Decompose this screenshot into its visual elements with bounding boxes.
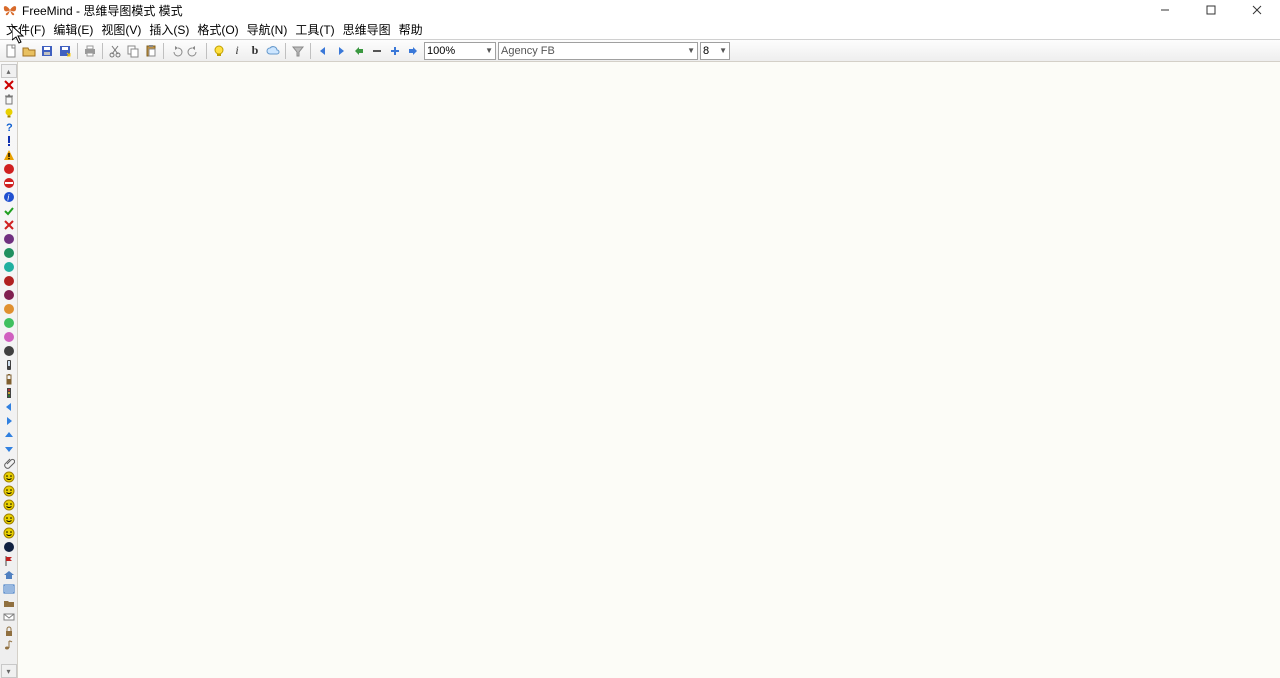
folder-icon[interactable]	[2, 596, 16, 610]
open-file-icon[interactable]	[20, 42, 38, 60]
menu-tools[interactable]: 工具(T)	[291, 20, 338, 40]
close-button[interactable]	[1234, 0, 1280, 20]
attach-icon[interactable]	[2, 456, 16, 470]
font-value: Agency FB	[501, 45, 555, 57]
menu-nav[interactable]: 导航(N)	[243, 20, 292, 40]
battery-icon[interactable]	[2, 372, 16, 386]
priority-6-icon[interactable]	[2, 302, 16, 316]
menu-edit[interactable]: 编辑(E)	[49, 20, 97, 40]
menu-view[interactable]: 视图(V)	[97, 20, 145, 40]
menubar: 文件(F) 编辑(E) 视图(V) 插入(S) 格式(O) 导航(N) 工具(T…	[0, 20, 1280, 40]
nav-fwd-icon[interactable]	[332, 42, 350, 60]
chevron-down-icon: ▼	[485, 46, 493, 55]
idea-icon[interactable]	[2, 106, 16, 120]
chevron-down-icon: ▼	[687, 46, 695, 55]
mail-icon[interactable]	[2, 610, 16, 624]
icon-sidebar: ▴ ? i ▾	[0, 62, 18, 678]
smiley-sad-icon[interactable]	[2, 498, 16, 512]
iconbar-scroll-down[interactable]: ▾	[1, 664, 17, 678]
paste-icon[interactable]	[142, 42, 160, 60]
priority-7-icon[interactable]	[2, 316, 16, 330]
zoom-value: 100%	[427, 45, 455, 57]
menu-format[interactable]: 格式(O)	[193, 20, 242, 40]
menu-help[interactable]: 帮助	[395, 20, 427, 40]
mindmap-canvas[interactable]	[18, 62, 1280, 678]
important-icon[interactable]	[2, 134, 16, 148]
copy-icon[interactable]	[124, 42, 142, 60]
window-title: FreeMind - 思维导图模式 模式	[22, 2, 183, 19]
chevron-down-icon: ▼	[719, 46, 727, 55]
nav-back-icon[interactable]	[314, 42, 332, 60]
font-size-select[interactable]: 8 ▼	[700, 42, 730, 60]
new-file-icon[interactable]	[2, 42, 20, 60]
arrow-up-icon[interactable]	[2, 428, 16, 442]
home-icon[interactable]	[2, 568, 16, 582]
idea-icon[interactable]	[210, 42, 228, 60]
priority-1-icon[interactable]	[2, 232, 16, 246]
saveas-icon[interactable]	[56, 42, 74, 60]
arrow-down-icon[interactable]	[2, 442, 16, 456]
arrow-left-icon[interactable]	[2, 400, 16, 414]
menu-insert[interactable]: 插入(S)	[145, 20, 193, 40]
traffic-icon[interactable]	[2, 386, 16, 400]
redo-icon[interactable]	[185, 42, 203, 60]
smiley-neutral-icon[interactable]	[2, 484, 16, 498]
phone-icon[interactable]	[2, 358, 16, 372]
warning-icon[interactable]	[2, 148, 16, 162]
priority-4-icon[interactable]	[2, 274, 16, 288]
ok-icon[interactable]	[2, 204, 16, 218]
toolbar: i b 100% ▼ Agency FB ▼ 8 ▼	[0, 40, 1280, 62]
help-icon[interactable]: ?	[2, 120, 16, 134]
music-icon[interactable]	[2, 638, 16, 652]
priority-2-icon[interactable]	[2, 246, 16, 260]
list-icon[interactable]	[2, 582, 16, 596]
password-icon[interactable]	[2, 624, 16, 638]
priority-8-icon[interactable]	[2, 330, 16, 344]
priority-5-icon[interactable]	[2, 288, 16, 302]
smiley-angry-icon[interactable]	[2, 512, 16, 526]
flag-icon[interactable]	[2, 554, 16, 568]
svg-text:?: ?	[6, 122, 13, 133]
workarea: ▴ ? i ▾	[0, 62, 1280, 678]
zoom-select[interactable]: 100% ▼	[424, 42, 496, 60]
nav-toggle-icon[interactable]	[404, 42, 422, 60]
smiley-oh-icon[interactable]	[2, 526, 16, 540]
arrow-right-icon[interactable]	[2, 414, 16, 428]
nav-out-icon[interactable]	[350, 42, 368, 60]
menu-file[interactable]: 文件(F)	[2, 20, 49, 40]
nav-expand-icon[interactable]	[386, 42, 404, 60]
no-entry-icon[interactable]	[2, 176, 16, 190]
maximize-button[interactable]	[1188, 0, 1234, 20]
font-select[interactable]: Agency FB ▼	[498, 42, 698, 60]
minimize-button[interactable]	[1142, 0, 1188, 20]
cloud-icon[interactable]	[264, 42, 282, 60]
info-icon[interactable]: i	[2, 190, 16, 204]
italic-icon[interactable]: i	[228, 42, 246, 60]
smiley-happy-icon[interactable]	[2, 470, 16, 484]
bold-icon[interactable]: b	[246, 42, 264, 60]
save-icon[interactable]	[38, 42, 56, 60]
priority-3-icon[interactable]	[2, 260, 16, 274]
black-ball-icon[interactable]	[2, 540, 16, 554]
filter-icon[interactable]	[289, 42, 307, 60]
priority-9-icon[interactable]	[2, 344, 16, 358]
font-size-value: 8	[703, 45, 709, 57]
remove-last-icon[interactable]	[2, 78, 16, 92]
menu-mindmap[interactable]: 思维导图	[339, 20, 395, 40]
cut-icon[interactable]	[106, 42, 124, 60]
app-butterfly-icon	[2, 2, 18, 18]
nav-collapse-icon[interactable]	[368, 42, 386, 60]
not-ok-icon[interactable]	[2, 218, 16, 232]
remove-all-icon[interactable]	[2, 92, 16, 106]
print-icon[interactable]	[81, 42, 99, 60]
undo-icon[interactable]	[167, 42, 185, 60]
titlebar: FreeMind - 思维导图模式 模式	[0, 0, 1280, 20]
iconbar-scroll-up[interactable]: ▴	[1, 64, 17, 78]
stop-icon[interactable]	[2, 162, 16, 176]
